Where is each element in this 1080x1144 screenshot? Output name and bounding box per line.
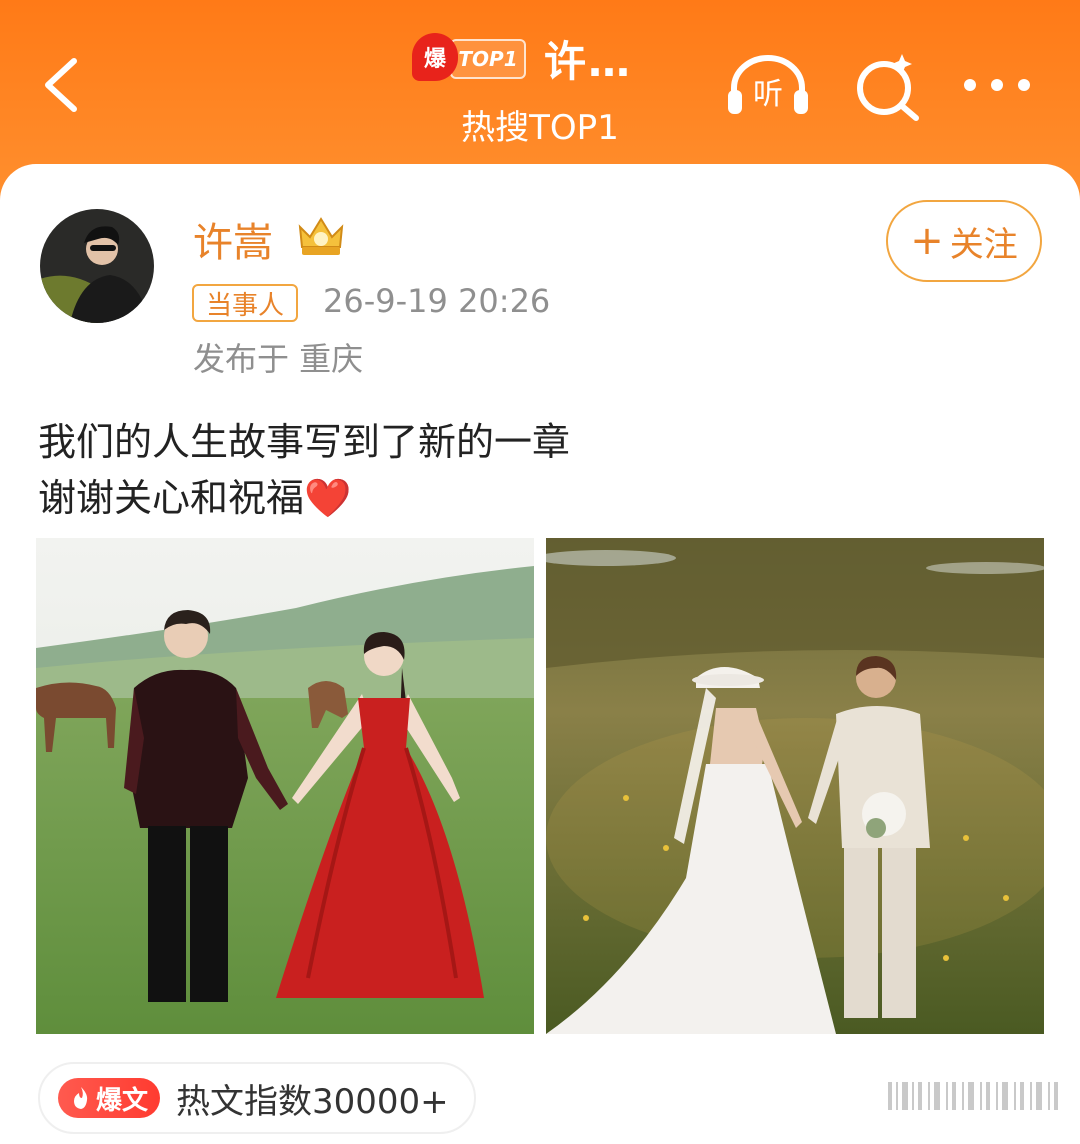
- more-options-icon[interactable]: [960, 70, 1034, 100]
- post-body: 我们的人生故事写到了新的一章 谢谢关心和祝福❤️: [38, 414, 570, 526]
- post-image-1[interactable]: [36, 538, 534, 1034]
- bao-wen-badge: 爆文: [58, 1078, 161, 1118]
- page-title: 许…: [544, 37, 633, 86]
- crown-vip-icon: [298, 217, 344, 255]
- listen-label: 听: [753, 77, 783, 112]
- follow-button[interactable]: + 关注: [886, 200, 1042, 282]
- post-text-line-1: 我们的人生故事写到了新的一章: [38, 420, 571, 464]
- heart-emoji-icon: ❤️: [304, 476, 352, 520]
- post-time: 26-9-19 20:26: [323, 282, 551, 320]
- hot-search-badge: TOP1 爆: [412, 33, 526, 81]
- role-tag: 当事人: [192, 284, 299, 322]
- plus-icon: +: [910, 218, 944, 264]
- username[interactable]: 许嵩: [193, 210, 273, 268]
- bao-wen-label: 爆文: [96, 1085, 149, 1116]
- top1-badge-label: TOP1: [450, 39, 526, 79]
- listen-headphone-icon[interactable]: 听: [724, 52, 812, 118]
- barcode-watermark-icon: [888, 1082, 1058, 1110]
- flame-icon: [74, 1087, 88, 1109]
- search-icon[interactable]: [852, 52, 922, 122]
- post-location: 发布于 重庆: [193, 340, 364, 378]
- hot-article-pill[interactable]: 爆文 热文指数30000+: [38, 1062, 476, 1134]
- post-text-line-2: 谢谢关心和祝福❤️: [38, 470, 570, 526]
- hot-index-text: 热文指数30000+: [176, 1081, 449, 1122]
- post-text-line-2-text: 谢谢关心和祝福: [38, 476, 305, 520]
- follow-label: 关注: [949, 224, 1018, 265]
- post-image-2[interactable]: [546, 538, 1044, 1034]
- bao-badge-label: 爆: [412, 33, 458, 81]
- avatar[interactable]: [40, 209, 154, 323]
